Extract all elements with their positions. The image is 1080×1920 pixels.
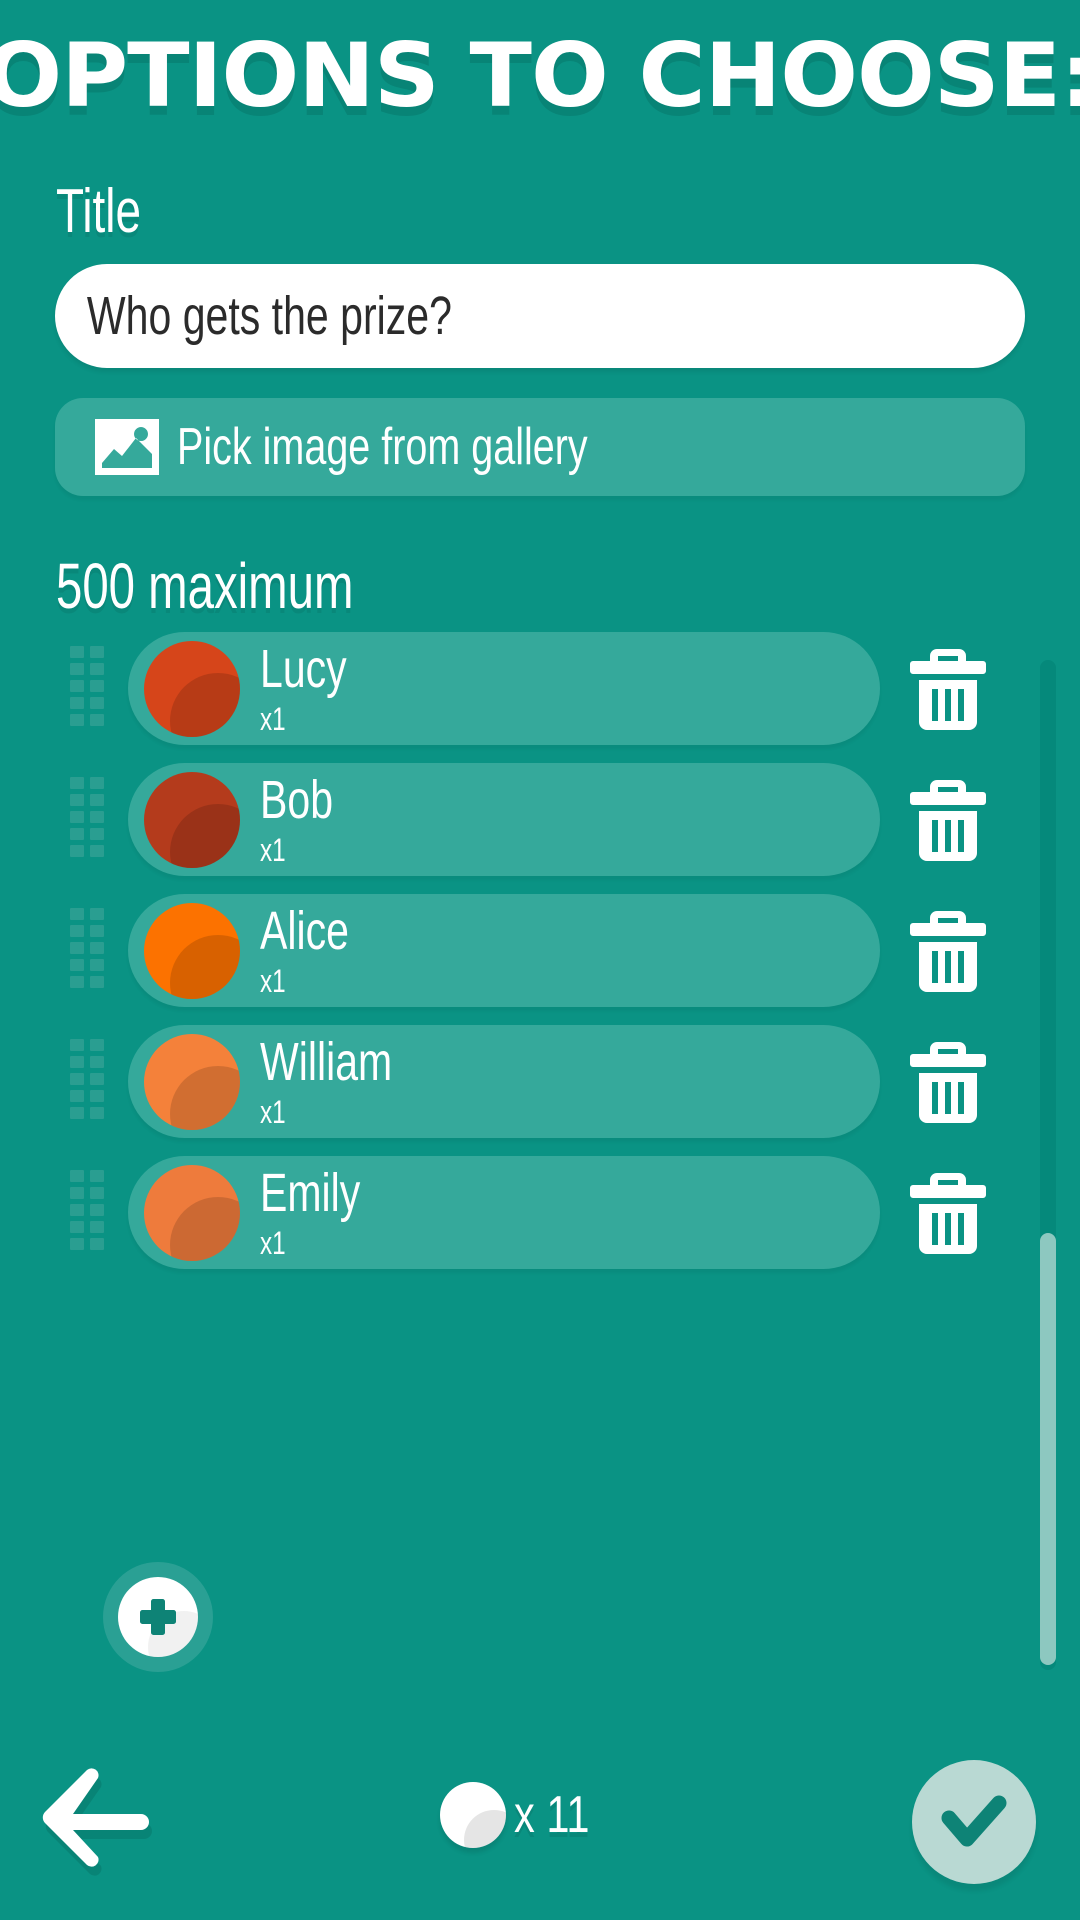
option-name: Alice [260,903,349,961]
add-button-face [118,1577,198,1657]
maximum-count-label: 500 maximum [56,550,354,622]
option-name: William [260,1034,393,1092]
plus-icon [140,1599,176,1635]
drag-handle-icon[interactable] [70,1169,104,1256]
option-pill[interactable]: Lucy x1 [128,632,880,745]
options-list: Lucy x1 Bob x1 Alice x1 William x1 Emily x1 [0,632,1080,1304]
coin-icon [440,1782,506,1848]
option-count: x1 [260,962,286,998]
option-row[interactable]: Bob x1 [0,763,1080,876]
title-input-value[interactable]: Who gets the prize? [55,286,452,346]
pick-image-from-gallery-button[interactable]: Pick image from gallery [55,398,1025,496]
page-title: Options to choose: [0,24,1080,127]
coin-counter: x 11 [440,1782,608,1848]
option-count: x1 [260,831,286,867]
trash-icon[interactable] [910,1040,986,1124]
option-color-swatch[interactable] [144,1033,240,1130]
add-option-button[interactable] [103,1562,213,1672]
option-pill[interactable]: William x1 [128,1025,880,1138]
option-row[interactable]: William x1 [0,1025,1080,1138]
bottom-bar: x 11 [0,1740,1080,1920]
confirm-button[interactable] [912,1760,1036,1884]
option-row[interactable]: Emily x1 [0,1156,1080,1269]
option-name: Lucy [260,641,347,699]
option-count: x1 [260,1224,286,1260]
option-color-swatch[interactable] [144,1164,240,1261]
back-button[interactable] [40,1768,152,1878]
trash-icon[interactable] [910,1171,986,1255]
option-count: x1 [260,700,286,736]
option-texts: Lucy x1 [260,642,374,736]
pick-image-from-gallery-label: Pick image from gallery [177,418,588,476]
drag-handle-icon[interactable] [70,645,104,732]
drag-handle-icon[interactable] [70,776,104,863]
option-count: x1 [260,1093,286,1129]
option-color-swatch[interactable] [144,902,240,999]
option-color-swatch[interactable] [144,771,240,868]
option-pill[interactable]: Emily x1 [128,1156,880,1269]
option-row[interactable]: Lucy x1 [0,632,1080,745]
option-texts: Bob x1 [260,773,356,867]
option-name: Emily [260,1165,361,1223]
title-field-label: Title [56,177,141,246]
option-color-swatch[interactable] [144,640,240,737]
drag-handle-icon[interactable] [70,1038,104,1125]
check-icon [941,1795,1007,1847]
scrollbar-thumb[interactable] [1040,1233,1056,1665]
trash-icon[interactable] [910,778,986,862]
option-pill[interactable]: Alice x1 [128,894,880,1007]
title-input[interactable]: Who gets the prize? [55,264,1025,368]
drag-handle-icon[interactable] [70,907,104,994]
option-pill[interactable]: Bob x1 [128,763,880,876]
trash-icon[interactable] [910,909,986,993]
option-name: Bob [260,772,334,830]
image-icon [95,419,159,475]
trash-icon[interactable] [910,647,986,731]
option-texts: Alice x1 [260,904,377,998]
app-screen: Options to choose: Title Who gets the pr… [0,0,1080,1920]
coin-count-label: x 11 [514,1786,590,1844]
option-row[interactable]: Alice x1 [0,894,1080,1007]
option-texts: Emily x1 [260,1166,392,1260]
option-texts: William x1 [260,1035,434,1129]
